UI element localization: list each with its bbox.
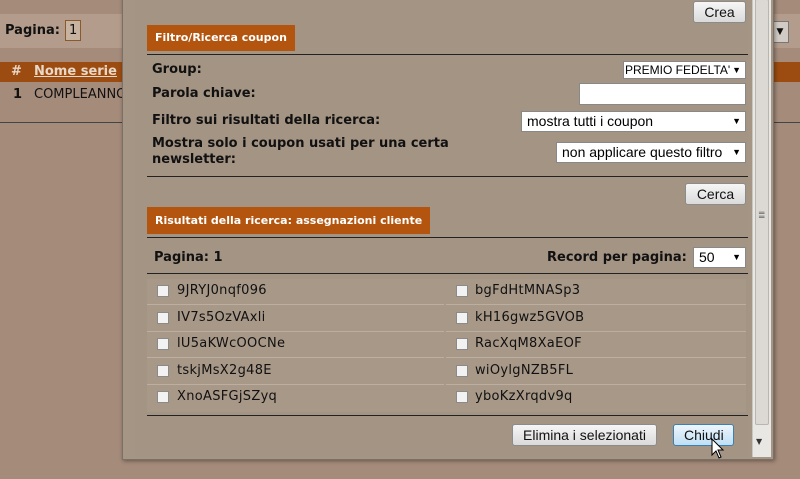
bg-table-row[interactable]: 1 COMPLEANNO [0,84,135,104]
create-button[interactable]: Crea [693,1,746,23]
list-item[interactable]: XnoASFGjSZyq [147,385,444,411]
newsletter-filter-select[interactable]: non applicare questo filtro ▼ [556,142,746,163]
select-checkbox[interactable] [456,365,468,377]
results-bottom-divider [147,415,748,416]
list-item[interactable]: tskjMsX2g48E [147,359,444,385]
grip-icon: ═ ═ [759,209,765,223]
list-item[interactable]: wiOylgNZB5FL [446,359,746,385]
result-filter-label: Filtro sui risultati della ricerca: [152,113,381,128]
newsletter-label-line2: newsletter: [152,152,236,167]
keyword-label: Parola chiave: [152,86,256,101]
select-checkbox[interactable] [456,312,468,324]
bg-row-series-name: COMPLEANNO [34,87,127,102]
coupon-code: IV7s5OzVAxli [177,310,266,325]
coupon-dialog: Crea Filtro/Ricerca coupon Group: PREMIO… [122,0,774,460]
chevron-down-icon: ▼ [732,147,741,157]
dialog-scrollbar[interactable]: ═ ═ ▼ [752,0,771,457]
bg-pagination-label: Pagina: [5,23,60,38]
filter-section-divider [147,54,748,55]
select-checkbox[interactable] [157,338,169,350]
select-checkbox[interactable] [157,285,169,297]
coupon-code: kH16gwz5GVOB [475,310,585,325]
chevron-down-icon: ▼ [732,252,741,262]
bg-table-header-right [770,62,800,82]
bg-header-number: # [11,64,22,79]
select-checkbox[interactable] [456,338,468,350]
coupon-code: yboKzXrqdv9q [475,389,573,404]
list-item[interactable]: bgFdHtMNASp3 [446,279,746,305]
select-checkbox[interactable] [456,285,468,297]
coupon-code: XnoASFGjSZyq [177,389,278,404]
coupon-code: wiOylgNZB5FL [475,363,574,378]
list-item[interactable]: 9JRYJ0nqf096 [147,279,444,305]
select-checkbox[interactable] [157,365,169,377]
keyword-input[interactable] [579,83,746,105]
records-per-page-label: Record per pagina: [547,250,687,265]
mouse-pointer-icon [711,438,725,459]
records-per-page-select[interactable]: 50 ▼ [693,247,746,268]
results-section-title: Risultati della ricerca: assegnazioni cl… [147,207,431,234]
coupon-code: 9JRYJ0nqf096 [177,283,267,298]
records-per-page-value: 50 [699,249,715,265]
chevron-down-icon: ▼ [732,65,741,75]
bg-row-number: 1 [13,87,23,102]
group-select[interactable]: PREMIO FEDELTA' ▼ [623,61,746,79]
list-item[interactable]: lU5aKWcOOCNe [147,332,444,358]
select-checkbox[interactable] [157,391,169,403]
list-item[interactable]: kH16gwz5GVOB [446,306,746,332]
coupon-code: lU5aKWcOOCNe [177,336,286,351]
bg-divider [0,122,125,123]
coupon-code: tskjMsX2g48E [177,363,272,378]
bg-divider-right [770,122,800,123]
bg-header-series-name-link[interactable]: Nome serie [34,64,117,79]
group-select-value: PREMIO FEDELTA' [625,63,731,77]
coupon-code: bgFdHtMNASp3 [475,283,581,298]
results-section-divider [147,237,748,238]
delete-selected-button[interactable]: Elimina i selezionati [512,424,657,446]
result-filter-value: mostra tutti i coupon [527,113,654,129]
newsletter-label-line1: Mostra solo i coupon usati per una certa [152,136,449,151]
coupon-results-grid: 9JRYJ0nqf096 IV7s5OzVAxli lU5aKWcOOCNe t… [147,279,746,412]
list-item[interactable]: RacXqM8XaEOF [446,332,746,358]
list-item[interactable]: IV7s5OzVAxli [147,306,444,332]
chevron-down-icon: ▼ [732,116,741,126]
list-item[interactable]: yboKzXrqdv9q [446,385,746,411]
scroll-down-arrow-icon[interactable]: ▼ [756,437,762,446]
result-filter-select[interactable]: mostra tutti i coupon ▼ [521,111,746,132]
group-label: Group: [152,62,202,77]
filter-bottom-divider [147,176,748,177]
scrollbar-thumb[interactable]: ═ ═ [755,0,769,425]
filter-section-title: Filtro/Ricerca coupon [147,25,295,51]
results-header-divider [147,273,748,274]
select-checkbox[interactable] [456,391,468,403]
results-page-label: Pagina: 1 [154,250,223,265]
newsletter-filter-value: non applicare questo filtro [562,144,723,160]
select-checkbox[interactable] [157,312,169,324]
coupon-code: RacXqM8XaEOF [475,336,582,351]
search-button[interactable]: Cerca [685,183,746,205]
bg-table-header: # Nome serie [0,62,135,82]
dialog-content: Crea Filtro/Ricerca coupon Group: PREMIO… [135,0,748,457]
bg-pagination-page-link[interactable]: 1 [65,20,82,41]
